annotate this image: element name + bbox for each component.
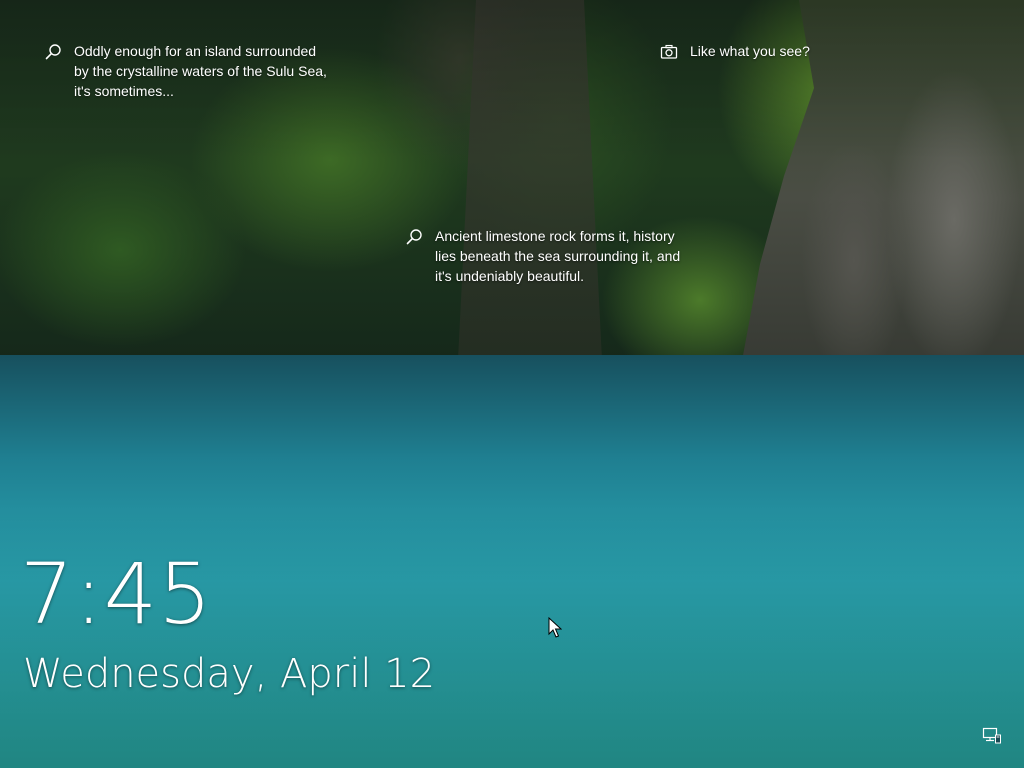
search-icon <box>406 229 422 245</box>
network-icon[interactable] <box>982 727 1002 745</box>
spotlight-hotspot-center[interactable]: Ancient limestone rock forms it, history… <box>405 226 725 286</box>
search-icon <box>45 44 61 60</box>
lockscreen-clock: 7:45 <box>20 545 213 643</box>
like-what-you-see-button[interactable]: Like what you see? <box>660 41 860 61</box>
like-what-you-see-label: Like what you see? <box>690 43 810 59</box>
lockscreen-date: Wednesday, April 12 <box>23 651 436 697</box>
mouse-pointer-icon <box>548 617 562 638</box>
spotlight-text-top-left: Oddly enough for an island surrounded by… <box>74 43 327 99</box>
camera-icon <box>660 44 678 59</box>
spotlight-text-center: Ancient limestone rock forms it, history… <box>435 228 681 284</box>
spotlight-hotspot-top-left[interactable]: Oddly enough for an island surrounded by… <box>44 41 364 101</box>
